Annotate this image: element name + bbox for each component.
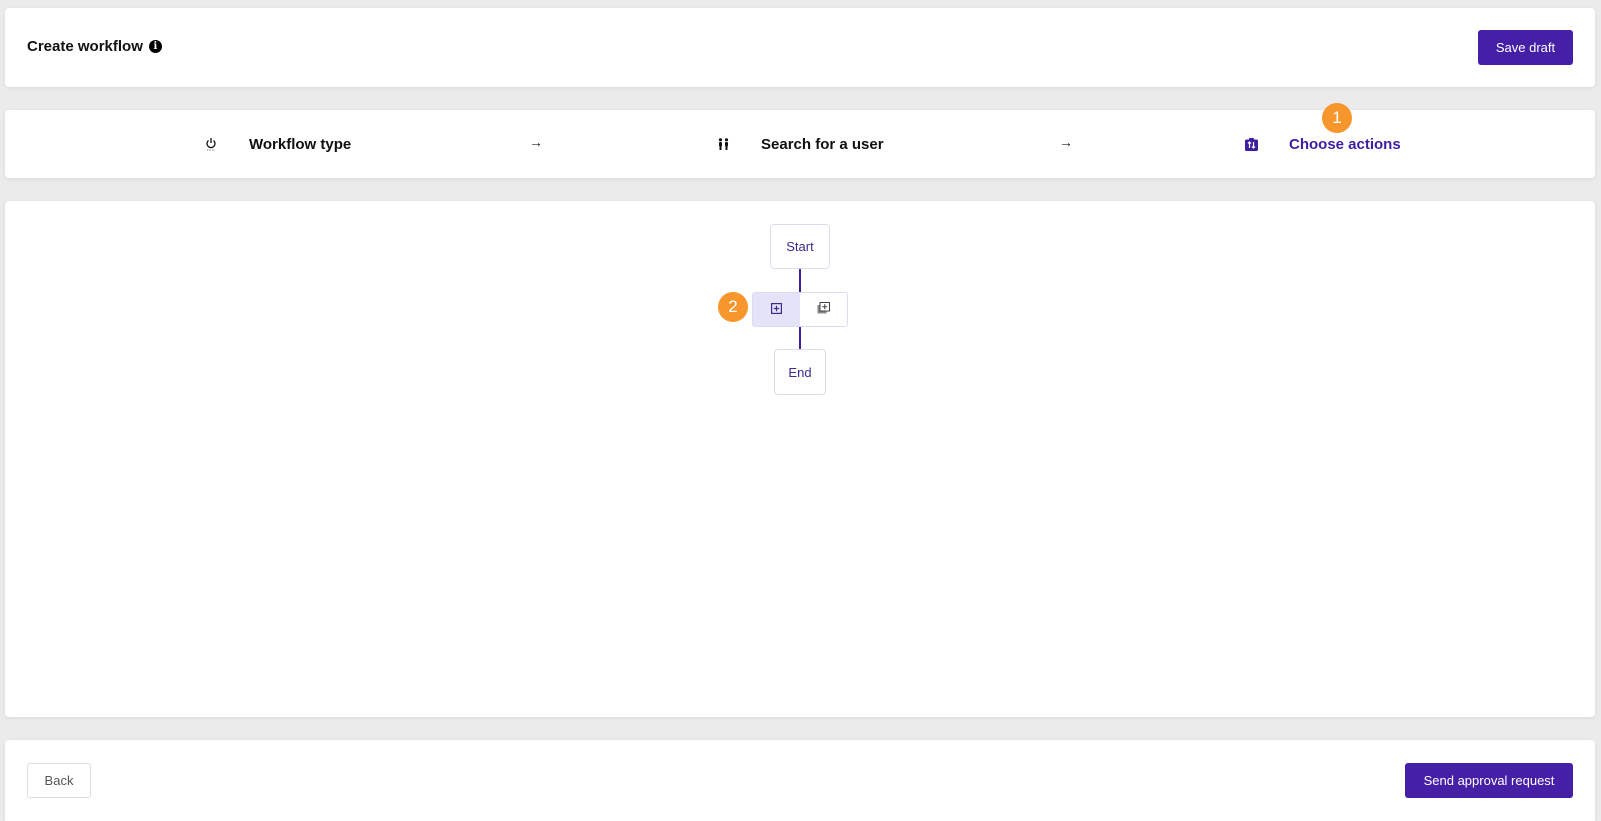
back-button[interactable]: Back [27,763,91,798]
annotation-badge: 1 [1322,103,1352,133]
page-title-text: Create workflow [27,38,143,55]
arrow-right-icon: → [1059,134,1073,150]
add-multiple-icon [817,301,830,319]
header-card: Create workflow i Save draft [5,8,1595,87]
workflow-canvas: Start End 2 [5,201,1595,717]
save-draft-button[interactable]: Save draft [1478,30,1573,65]
connector-line [799,269,801,292]
footer-card: Back Send approval request [5,740,1595,821]
add-action-button[interactable] [753,293,800,326]
step-label: Workflow type [249,135,352,153]
step-label: Search for a user [761,135,884,153]
add-square-icon [771,301,783,319]
stepper: Workflow type → Search for a user → Choo… [5,103,1595,178]
action-button-group [752,292,848,327]
page-title: Create workflow i [27,38,162,55]
arrow-right-icon: → [529,134,543,150]
swap-actions-icon [1241,137,1261,151]
end-node[interactable]: End [774,349,826,395]
info-circle-icon[interactable]: i [148,40,162,53]
power-icon [201,137,221,151]
connector-line [799,327,801,349]
users-icon [713,138,733,150]
step-label: Choose actions [1289,135,1401,153]
step-search-user[interactable]: Search for a user [713,110,884,178]
start-node[interactable]: Start [770,224,830,269]
add-multiple-actions-button[interactable] [800,293,847,326]
step-workflow-type[interactable]: Workflow type [201,110,351,178]
step-choose-actions[interactable]: Choose actions [1241,110,1401,178]
annotation-badge: 2 [718,292,748,322]
send-approval-request-button[interactable]: Send approval request [1405,763,1573,798]
